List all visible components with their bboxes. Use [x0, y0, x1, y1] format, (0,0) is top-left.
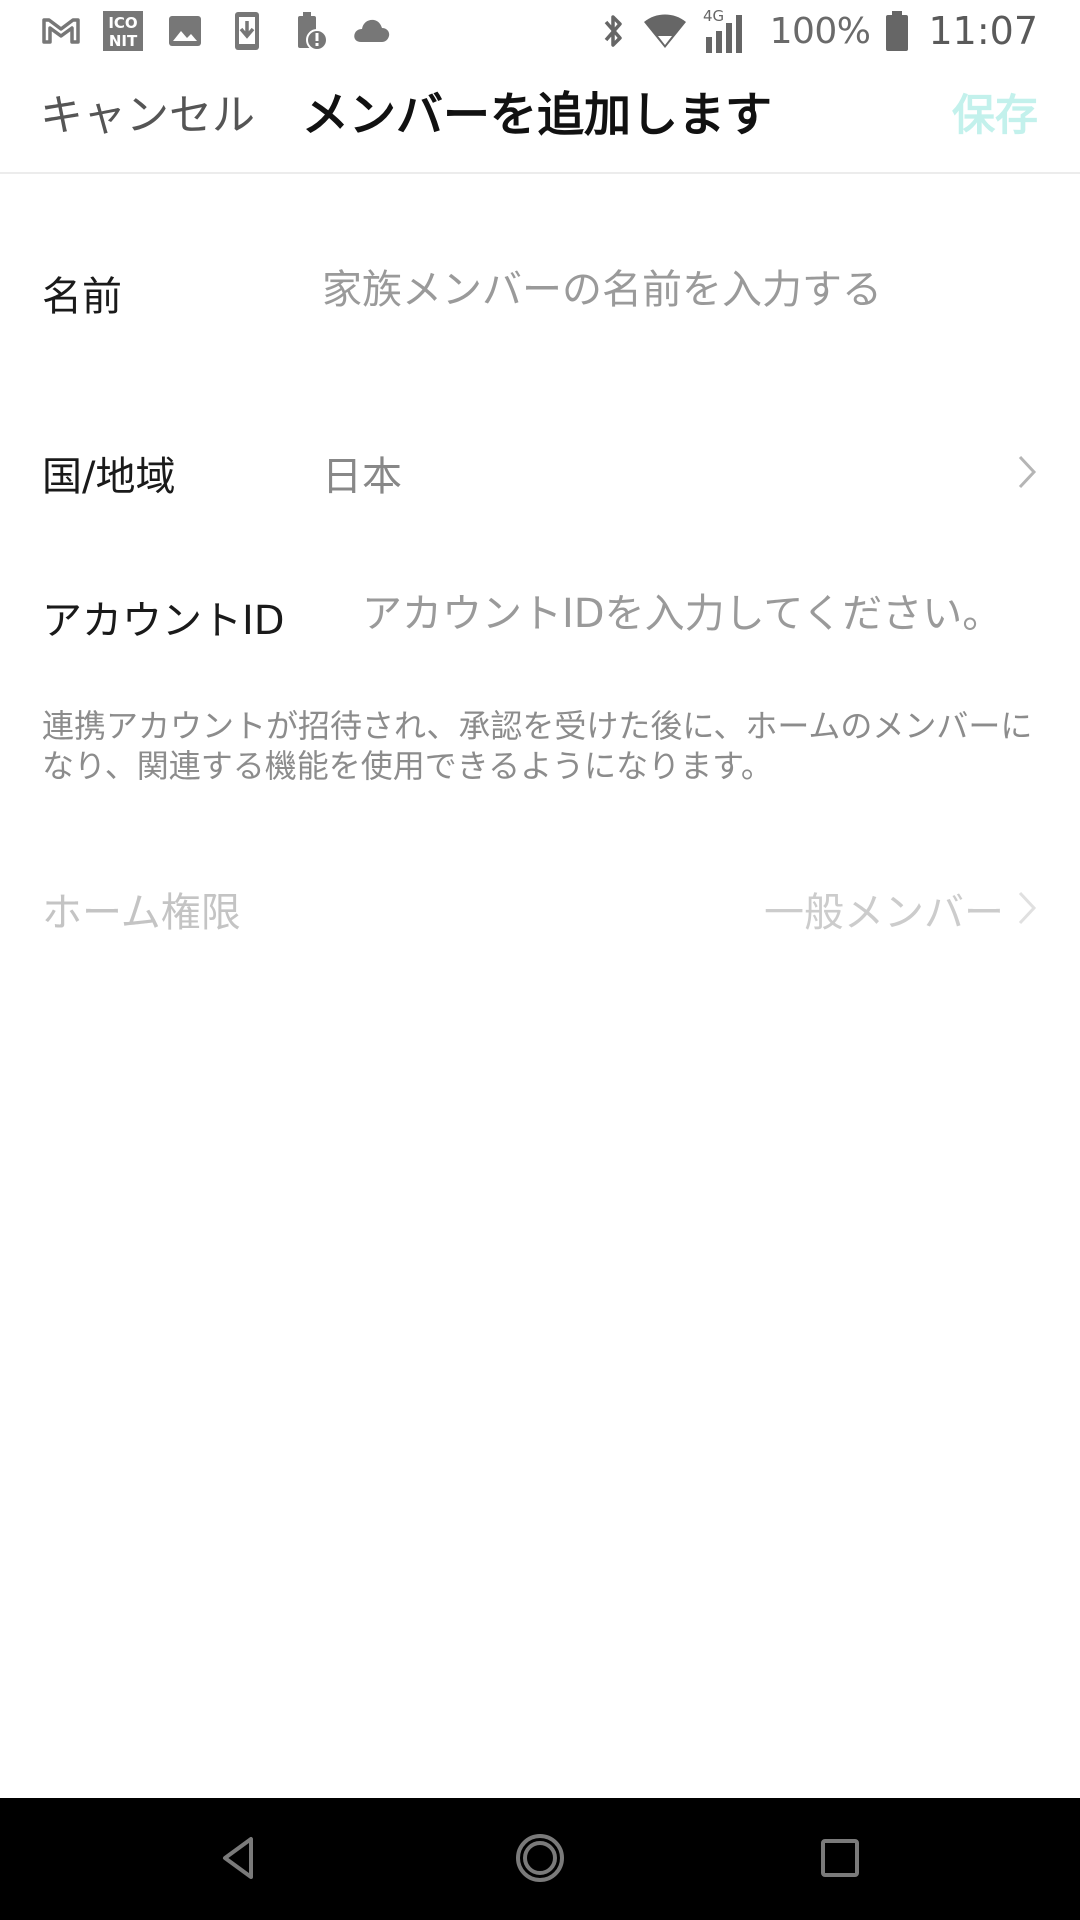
home-permission-row[interactable]: ホーム権限 一般メンバー [0, 856, 1080, 956]
navigation-bar [0, 1798, 1080, 1920]
cancel-button[interactable]: キャンセル [40, 90, 255, 142]
region-value: 日本 [322, 454, 402, 500]
region-label: 国/地域 [42, 454, 176, 500]
name-input[interactable] [322, 264, 1042, 316]
page-title: メンバーを追加します [302, 88, 772, 143]
invitation-note: 連携アカウントが招待され、承認を受けた後に、ホームのメンバーになり、関連する機能… [42, 707, 1033, 785]
battery-icon [884, 9, 910, 53]
clock: 11:07 [928, 9, 1038, 53]
image-icon [164, 10, 206, 52]
name-row: 名前 [0, 240, 1080, 340]
chevron-right-icon [1018, 891, 1037, 925]
account-id-input[interactable] [362, 588, 1042, 640]
account-row: アカウントID [0, 564, 1080, 664]
svg-text:NIT: NIT [109, 32, 138, 50]
battery-percent: 100% [769, 10, 871, 52]
save-button[interactable]: 保存 [952, 90, 1038, 142]
wifi-icon [642, 10, 688, 52]
region-row[interactable]: 国/地域 日本 [0, 420, 1080, 520]
gmail-icon [40, 10, 82, 52]
name-label: 名前 [42, 274, 122, 320]
chevron-right-icon [1018, 455, 1037, 489]
home-icon[interactable] [508, 1826, 572, 1890]
svg-text:ICO: ICO [108, 14, 137, 32]
notification-icons: ICO NIT [40, 8, 392, 54]
download-icon [226, 10, 268, 52]
status-bar: ICO NIT 4G 100% 11:07 [0, 0, 1080, 62]
system-icons: 4G 100% 11:07 [598, 6, 1038, 56]
battery-alert-icon [288, 10, 330, 52]
account-label: アカウントID [42, 598, 285, 644]
iconit-app-icon: ICO NIT [102, 10, 144, 52]
back-icon[interactable] [208, 1826, 272, 1890]
header: キャンセル メンバーを追加します 保存 [0, 62, 1080, 174]
cloud-icon [350, 10, 392, 52]
recents-icon[interactable] [808, 1826, 872, 1890]
home-permission-value: 一般メンバー [764, 890, 1004, 936]
signal-4g-icon: 4G [702, 7, 756, 55]
bluetooth-icon [598, 10, 628, 52]
network-type-label: 4G [703, 7, 724, 25]
home-permission-label: ホーム権限 [42, 890, 241, 936]
